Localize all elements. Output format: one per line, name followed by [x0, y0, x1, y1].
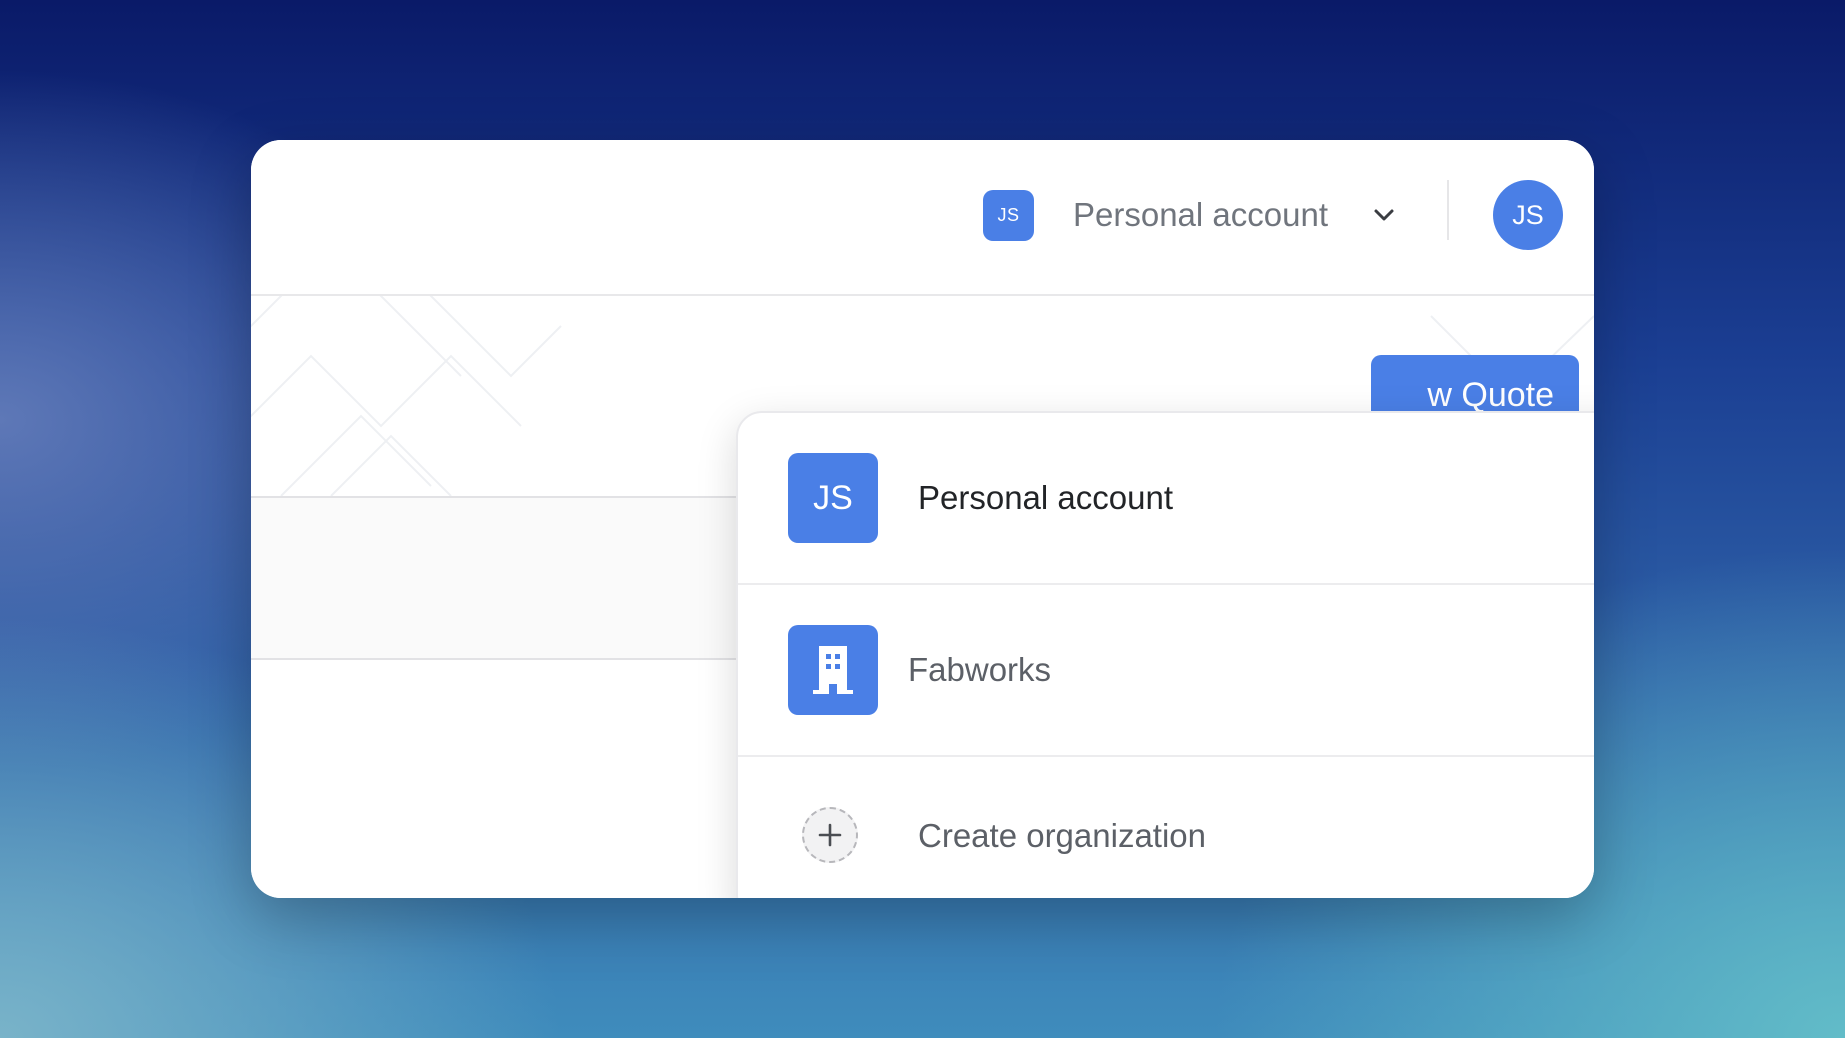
top-navigation-bar: JS Personal account JS [251, 140, 1594, 296]
chevron-down-icon[interactable] [1369, 200, 1399, 230]
app-window: JS Personal account JS w Quote uote [251, 140, 1594, 898]
topbar-divider [1447, 180, 1449, 240]
dropdown-item-personal-account[interactable]: JS Personal account [738, 413, 1594, 585]
personal-account-chip: JS [788, 453, 878, 543]
dropdown-item-label: Fabworks [908, 651, 1052, 688]
dropdown-item-create-organization[interactable]: Create organization [738, 757, 1594, 898]
plus-icon [802, 807, 858, 863]
dropdown-item-label: Create organization [918, 817, 1207, 854]
user-avatar[interactable]: JS [1493, 180, 1563, 250]
dropdown-item-fabworks[interactable]: Fabworks [738, 585, 1594, 757]
account-switcher-dropdown: JS Personal account Fabworks Create orga… [736, 411, 1594, 898]
building-icon [788, 625, 878, 715]
account-switcher-label[interactable]: Personal account [1073, 193, 1328, 237]
dropdown-item-label: Personal account [918, 479, 1173, 516]
account-chip[interactable]: JS [983, 190, 1034, 241]
